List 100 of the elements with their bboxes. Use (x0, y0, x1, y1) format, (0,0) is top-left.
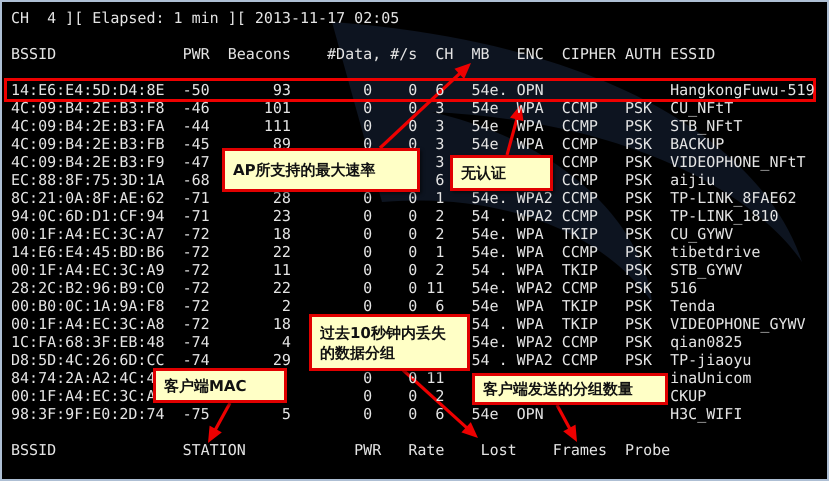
column-header: Probe (625, 441, 670, 459)
table-cell-text: 93 (272, 81, 291, 99)
table-cell: 4C:09:B4:2E:B3:F9 (11, 153, 165, 171)
table-cell: 4C:09:B4:2E:B3:F8 (11, 99, 165, 117)
table-cell-text: 0 (362, 405, 372, 423)
table-cell-text: 54e (471, 297, 500, 315)
table-cell-text: CCMP (562, 333, 599, 351)
table-cell-text: CCMP (562, 243, 599, 261)
column-header: STATION (182, 441, 247, 459)
table-cell-text: PSK (624, 99, 654, 117)
table-cell: 00:1F:A4:EC:3C:A7 (11, 225, 165, 243)
table-cell-text: WPA (516, 315, 545, 333)
table-cell: VIDEOPHONE_NFtT (670, 153, 806, 171)
table-cell: H3C_WIFI (670, 405, 742, 423)
table-cell-text: 3 (434, 117, 444, 135)
table-cell-text: 2 (434, 207, 444, 225)
table-cell-text: WPA2 (516, 189, 554, 207)
table-cell-text: WPA (516, 261, 545, 279)
table-cell-text: 3 (434, 135, 444, 153)
table-cell-text: 5 (280, 405, 291, 423)
table-cell-text: 54e. (471, 81, 509, 99)
table-cell-text: -72 (182, 225, 210, 243)
table-cell: 14:E6:E4:45:BD:B6 (11, 243, 165, 261)
column-header: BSSID (11, 441, 58, 459)
table-cell-text: PSK (624, 171, 654, 189)
table-cell-text: 0 (407, 225, 418, 243)
table-cell-text: -71 (182, 207, 210, 225)
table-cell-text: 0 (407, 117, 418, 135)
table-cell-text: 2 (280, 297, 291, 315)
table-cell: aijiu (670, 171, 716, 189)
table-cell: CU_NFtT (670, 99, 734, 117)
table-cell-text: -72 (182, 243, 210, 261)
table-cell-text: -44 (182, 117, 210, 135)
table-cell: CU_GYWV (670, 225, 734, 243)
table-cell-text: 0 (407, 189, 418, 207)
table-cell: 28:2C:B2:96:B9:C0 (11, 279, 165, 297)
table-cell-text: 54 . (471, 261, 509, 279)
table-cell-text: 6 (434, 405, 444, 423)
table-cell: 1C:FA:68:3F:EB:48 (11, 333, 165, 351)
table-cell-text: 11 (425, 369, 444, 387)
table-cell: Tenda (670, 297, 716, 315)
table-cell-text: -71 (182, 189, 210, 207)
column-header: ESSID (670, 45, 716, 63)
column-header: CIPHER (562, 45, 616, 63)
table-cell-text: 11 (425, 279, 444, 297)
table-cell-text: PSK (624, 135, 654, 153)
table-cell: STB_NFtT (670, 117, 742, 135)
table-cell-text: PSK (624, 117, 654, 135)
table-cell-text: 0 (407, 207, 418, 225)
table-cell: 4C:09:B4:2E:B3:FB (11, 135, 165, 153)
table-cell: 94:0C:6D:D1:CF:94 (11, 207, 165, 225)
table-cell-text: -72 (182, 279, 210, 297)
table-cell-text: 22 (272, 279, 291, 297)
table-cell-text: PSK (624, 153, 654, 171)
callout-note: 客户端发送的分组数量 (472, 373, 668, 405)
table-cell-text: 0 (362, 117, 372, 135)
table-cell-text: 54e (471, 99, 500, 117)
table-cell-text: 54e. (471, 225, 509, 243)
table-cell-text: PSK (624, 189, 654, 207)
table-cell-text: WPA (516, 135, 545, 153)
status-line: CH 4 ][ Elapsed: 1 min ][ 2013-11-17 02:05 (11, 9, 400, 27)
table-cell-text: PSK (624, 333, 654, 351)
table-cell: CKUP (670, 387, 706, 405)
table-cell-text: CCMP (562, 171, 599, 189)
table-cell: 00:B0:0C:1A:9A:F8 (11, 297, 165, 315)
column-header: PWR (354, 441, 382, 459)
table-cell-text: 0 (407, 99, 418, 117)
table-cell-text: 0 (362, 243, 372, 261)
table-cell-text: 28 (272, 189, 291, 207)
column-header: Beacons (228, 45, 291, 63)
table-cell-text: TKIP (562, 297, 599, 315)
table-cell-text: 0 (362, 225, 372, 243)
table-cell-text: CCMP (562, 153, 599, 171)
table-cell-text: 101 (262, 99, 291, 117)
table-cell-text: 0 (407, 243, 418, 261)
table-cell-text: CCMP (562, 135, 599, 153)
table-cell-text: CCMP (562, 351, 599, 369)
table-cell-text: 22 (272, 243, 291, 261)
table-cell-text: 0 (362, 261, 372, 279)
table-cell: qian0825 (670, 333, 742, 351)
table-cell-text: 0 (407, 279, 418, 297)
table-cell-text: -74 (182, 351, 210, 369)
table-cell-text: CCMP (562, 99, 599, 117)
table-cell-text: PSK (624, 297, 654, 315)
table-cell-text: -72 (182, 297, 210, 315)
table-cell-text: PSK (624, 225, 654, 243)
column-header: ENC (516, 45, 544, 63)
table-cell-text: PSK (624, 315, 654, 333)
table-cell: TP-jiaoyu (670, 351, 752, 369)
table-cell-text: 4 (280, 333, 291, 351)
table-cell-text: WPA (516, 243, 545, 261)
callout-arrow (208, 402, 232, 443)
table-cell-text: 0 (407, 261, 418, 279)
table-cell: TP-LINK_8FAE62 (670, 189, 797, 207)
table-cell-text: WPA2 (516, 333, 554, 351)
table-cell-text: CCMP (562, 189, 599, 207)
table-cell-text: 54 . (471, 207, 509, 225)
table-cell: 4C:09:B4:2E:B3:FA (11, 117, 165, 135)
column-header: Rate (408, 441, 446, 459)
table-cell: D8:5D:4C:26:6D:CC (11, 351, 165, 369)
